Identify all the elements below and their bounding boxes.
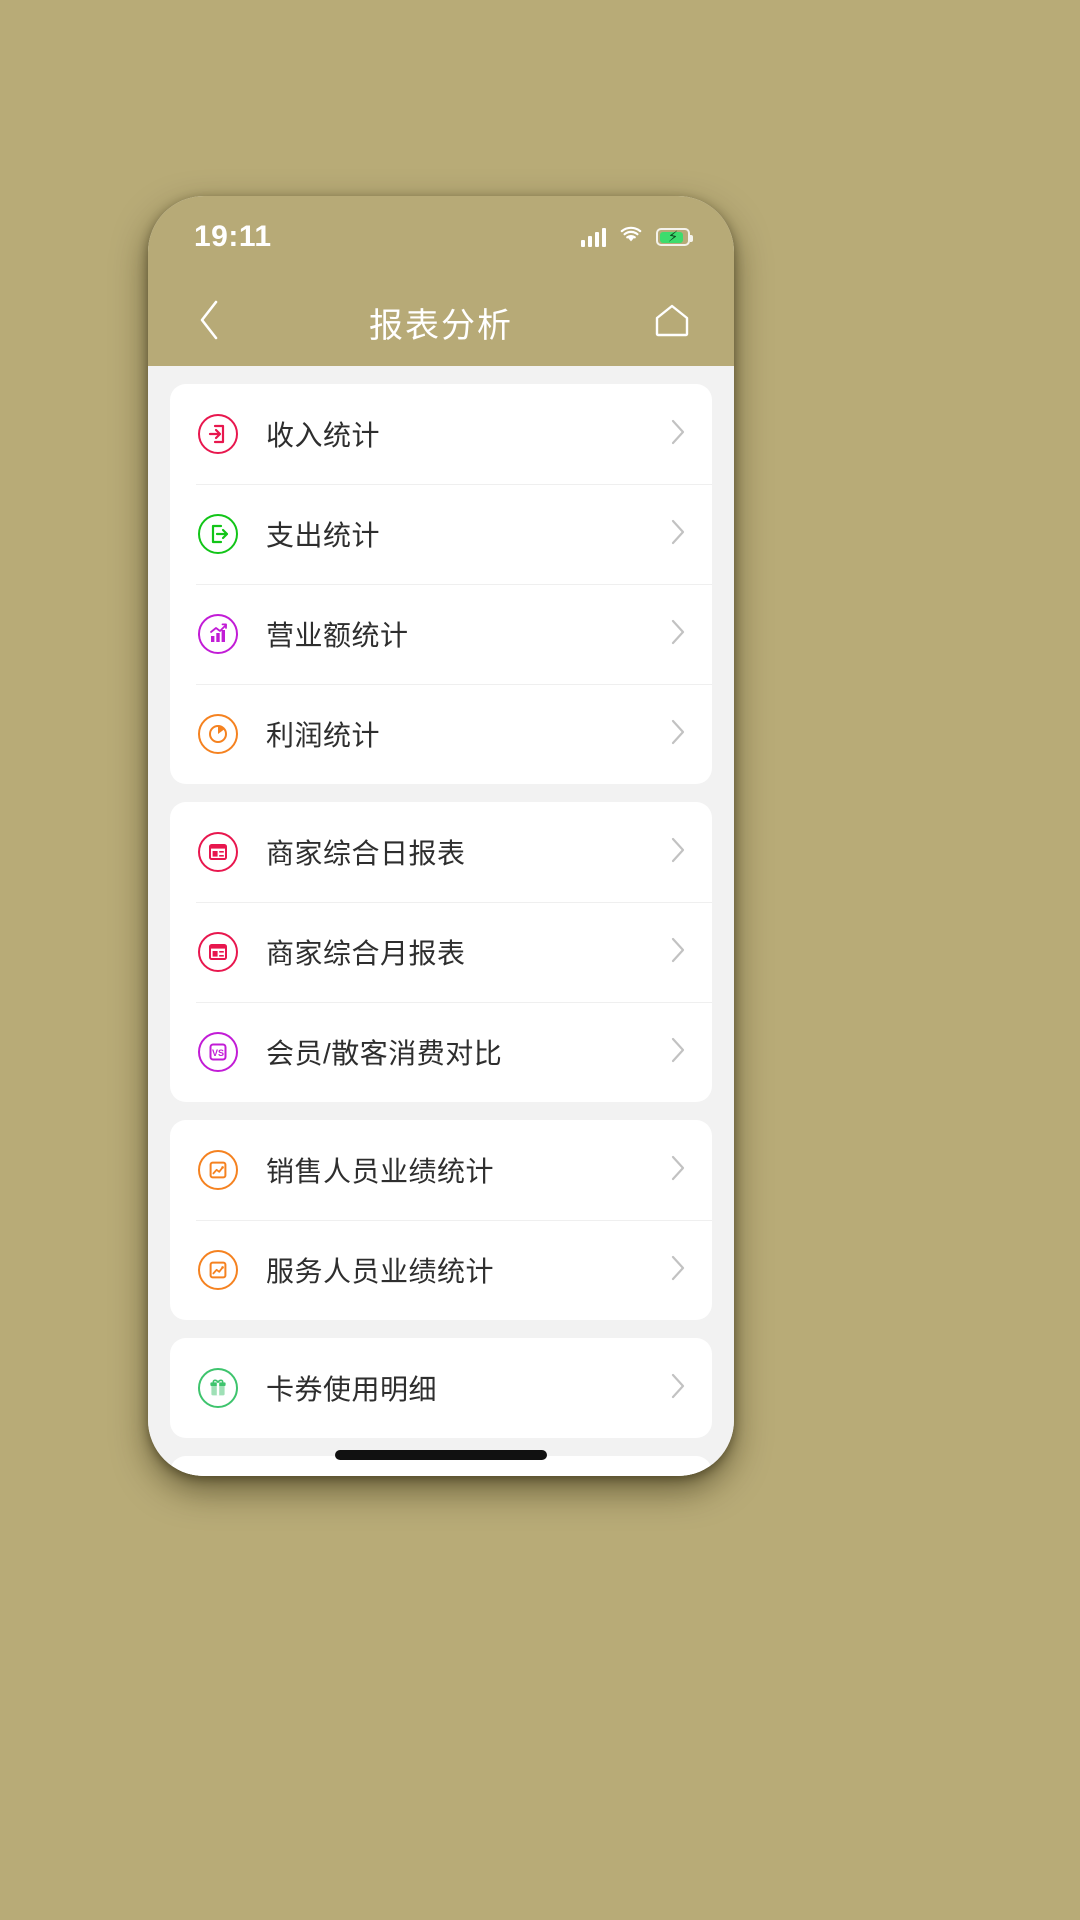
home-button[interactable] bbox=[646, 296, 698, 348]
list-item-turnover-stats[interactable]: 营业额统计 bbox=[170, 584, 712, 684]
vs-compare-icon: VS bbox=[196, 1030, 240, 1074]
list-item-label: 商家综合日报表 bbox=[266, 838, 466, 869]
list-item-income-stats[interactable]: 收入统计 bbox=[170, 384, 712, 484]
svg-text:VS: VS bbox=[212, 1048, 224, 1058]
chevron-right-icon bbox=[670, 718, 686, 751]
list-item-label: 商家综合月报表 bbox=[266, 938, 466, 969]
report-group-card: 收入统计 支出统计 营业额统计 利润统计 bbox=[170, 384, 712, 784]
report-group-card: 卡券使用明细 bbox=[170, 1338, 712, 1438]
status-bar-icons: ⚡ bbox=[581, 226, 693, 249]
chevron-right-icon bbox=[670, 936, 686, 969]
list-item-label: 利润统计 bbox=[266, 720, 381, 751]
report-group-card: 销售人员业绩统计 服务人员业绩统计 bbox=[170, 1120, 712, 1320]
wifi-icon bbox=[619, 226, 643, 249]
list-item-label: 销售人员业绩统计 bbox=[266, 1156, 495, 1187]
daily-report-icon bbox=[196, 830, 240, 874]
expense-arrow-out-icon bbox=[196, 512, 240, 556]
profit-pie-chart-icon bbox=[196, 712, 240, 756]
list-item-label: 支出统计 bbox=[266, 520, 381, 551]
list-item-monthly-report[interactable]: 商家综合月报表 bbox=[170, 902, 712, 1002]
list-item-label: 会员/散客消费对比 bbox=[266, 1038, 503, 1069]
list-item-label: 卡券使用明细 bbox=[266, 1374, 438, 1405]
list-item-coupon-usage[interactable]: 卡券使用明细 bbox=[170, 1338, 712, 1438]
list-item-daily-report[interactable]: 商家综合日报表 bbox=[170, 802, 712, 902]
list-item-sales-performance[interactable]: 销售人员业绩统计 bbox=[170, 1120, 712, 1220]
list-item-expense-stats[interactable]: 支出统计 bbox=[170, 484, 712, 584]
chevron-right-icon bbox=[670, 618, 686, 651]
sales-performance-chart-icon bbox=[196, 1148, 240, 1192]
list-item-service-performance[interactable]: 服务人员业绩统计 bbox=[170, 1220, 712, 1320]
cellular-signal-icon bbox=[581, 227, 606, 247]
navigation-bar: 报表分析 bbox=[148, 278, 734, 366]
phone-screen: 19:11 ⚡ 报表分析 收入统计 支出统计 营业额统计 利润统计 商家综合日报… bbox=[148, 196, 734, 1476]
home-indicator-bar[interactable] bbox=[335, 1450, 547, 1460]
list-item-label: 营业额统计 bbox=[266, 620, 409, 651]
battery-charging-icon: ⚡ bbox=[656, 228, 693, 246]
chevron-right-icon bbox=[670, 1254, 686, 1287]
list-item-label: 收入统计 bbox=[266, 420, 381, 451]
chevron-right-icon bbox=[670, 1036, 686, 1069]
back-button[interactable] bbox=[184, 296, 236, 348]
service-performance-chart-icon bbox=[196, 1248, 240, 1292]
back-chevron-icon bbox=[197, 299, 223, 346]
list-item-member-vs-guest[interactable]: VS 会员/散客消费对比 bbox=[170, 1002, 712, 1102]
chevron-right-icon bbox=[670, 1154, 686, 1187]
chevron-right-icon bbox=[670, 418, 686, 451]
list-item-label: 服务人员业绩统计 bbox=[266, 1256, 495, 1287]
report-group-card: 商家综合日报表 商家综合月报表 VS 会员/散客消费对比 bbox=[170, 802, 712, 1102]
status-bar: 19:11 ⚡ bbox=[148, 196, 734, 278]
income-arrow-in-icon bbox=[196, 412, 240, 456]
chevron-right-icon bbox=[670, 518, 686, 551]
home-icon bbox=[653, 302, 691, 343]
coupon-gift-icon bbox=[196, 1366, 240, 1410]
chevron-right-icon bbox=[670, 836, 686, 869]
monthly-report-icon bbox=[196, 930, 240, 974]
turnover-bar-chart-icon bbox=[196, 612, 240, 656]
chevron-right-icon bbox=[670, 1372, 686, 1405]
report-list-scroll-area[interactable]: 收入统计 支出统计 营业额统计 利润统计 商家综合日报表 商家综合月报表 VS … bbox=[148, 366, 734, 1476]
status-bar-clock: 19:11 bbox=[194, 220, 272, 253]
list-item-profit-stats[interactable]: 利润统计 bbox=[170, 684, 712, 784]
